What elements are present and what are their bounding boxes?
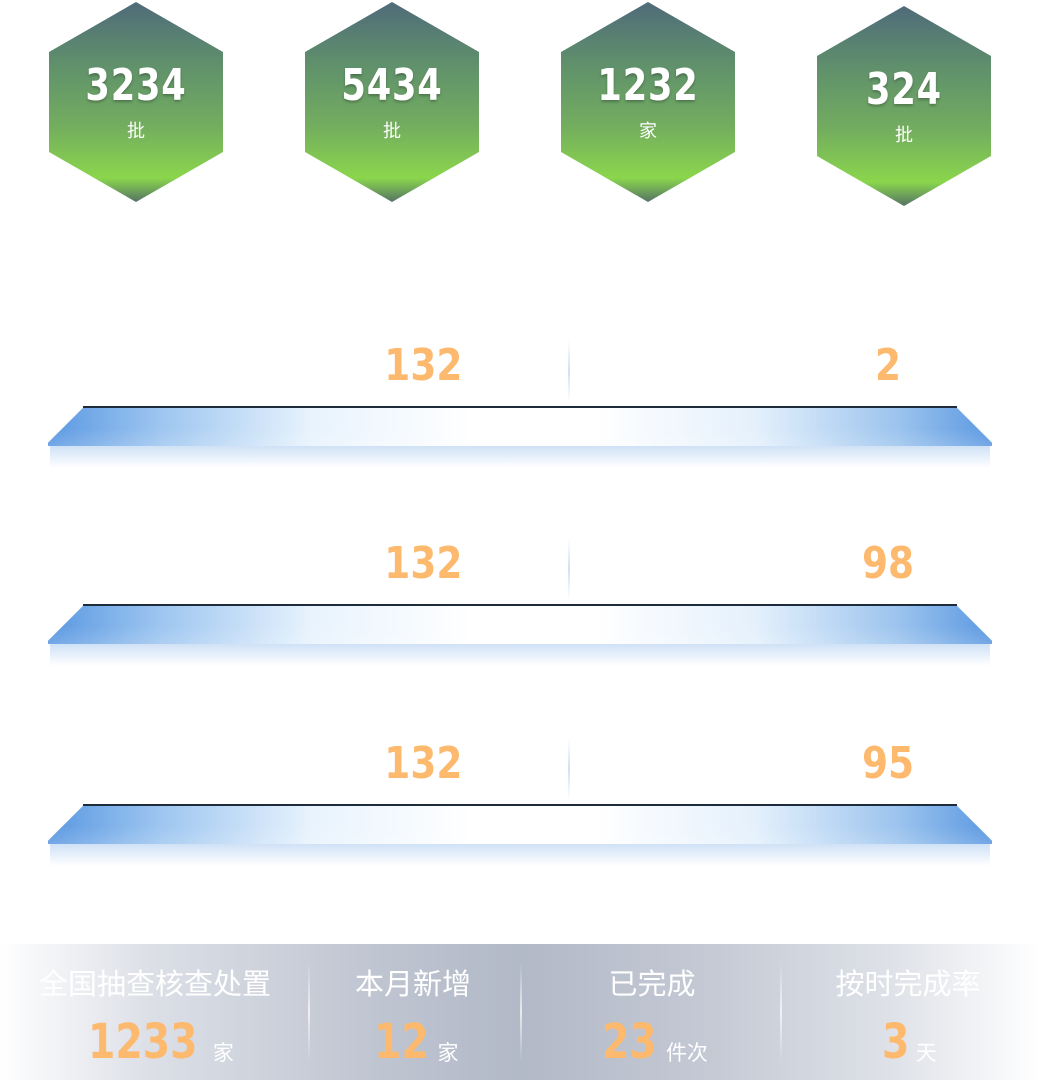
footer-stat-label: 全国抽查核查处置 — [38, 967, 271, 1001]
kpi-hexagon-2: 5434 批 — [305, 2, 479, 202]
footer-stat-value: 1233 — [88, 1014, 198, 1070]
platform-bar — [48, 804, 992, 844]
platform-bar — [48, 604, 992, 644]
row-divider — [568, 340, 570, 402]
kpi-hexagon-3: 1232 家 — [561, 2, 735, 202]
platform-bar — [48, 406, 992, 446]
kpi-value: 5434 — [341, 60, 443, 111]
stat-row-2: 132 98 — [48, 538, 992, 668]
stat-row-3: 132 95 — [48, 738, 992, 868]
footer-stat-unit: 家 — [437, 1041, 459, 1065]
footer-stats: 全国抽查核查处置 1233 家 本月新增 12 家 已完成 23 件次 按时完成… — [0, 944, 1040, 1080]
footer-stat-value-group: 23 件次 — [522, 1016, 782, 1068]
footer-stat-value-group: 12 家 — [283, 1016, 543, 1068]
footer-stat-label: 按时完成率 — [835, 967, 981, 1001]
row-right-value: 98 — [861, 538, 915, 589]
platform-bar-edge — [83, 604, 957, 606]
platform-bar-edge — [83, 804, 957, 806]
row-divider — [568, 738, 570, 800]
footer-stat-value: 3 — [882, 1014, 910, 1070]
kpi-value: 1232 — [597, 60, 699, 111]
footer-stat-inspection: 全国抽查核查处置 1233 家 — [25, 944, 285, 1080]
row-right-value: 2 — [874, 340, 902, 391]
kpi-unit: 家 — [639, 121, 657, 142]
row-left-value: 132 — [384, 738, 463, 789]
row-left-value: 132 — [384, 538, 463, 589]
platform-bar-reflection — [50, 844, 990, 866]
row-right-value: 95 — [861, 738, 915, 789]
footer-stat-value-group: 3 天 — [778, 1016, 1038, 1068]
platform-bar-edge — [83, 406, 957, 408]
footer-stat-unit: 件次 — [665, 1041, 708, 1065]
footer-stat-on-time-rate: 按时完成率 3 天 — [778, 944, 1038, 1080]
kpi-value: 324 — [866, 64, 942, 115]
footer-stat-unit: 家 — [212, 1041, 234, 1065]
footer-stat-label: 本月新增 — [354, 967, 471, 1001]
footer-stat-value-group: 1233 家 — [25, 1016, 285, 1068]
row-divider — [568, 538, 570, 600]
kpi-unit: 批 — [127, 121, 145, 142]
stat-row-1: 132 2 — [48, 340, 992, 470]
kpi-unit: 批 — [383, 121, 401, 142]
footer-stat-value: 12 — [373, 1014, 429, 1070]
footer-stat-value: 23 — [602, 1014, 657, 1070]
platform-bar-reflection — [50, 644, 990, 666]
footer-stat-label: 已完成 — [608, 967, 696, 1001]
platform-bar-reflection — [50, 446, 990, 468]
kpi-value: 3234 — [85, 60, 187, 111]
footer-stat-new-this-month: 本月新增 12 家 — [283, 944, 543, 1080]
kpi-hexagon-1: 3234 批 — [49, 2, 223, 202]
footer-stat-unit: 天 — [915, 1041, 937, 1065]
kpi-hexagon-4: 324 批 — [817, 6, 991, 206]
kpi-unit: 批 — [895, 125, 913, 146]
footer-stat-completed: 已完成 23 件次 — [522, 944, 782, 1080]
row-left-value: 132 — [384, 340, 463, 391]
